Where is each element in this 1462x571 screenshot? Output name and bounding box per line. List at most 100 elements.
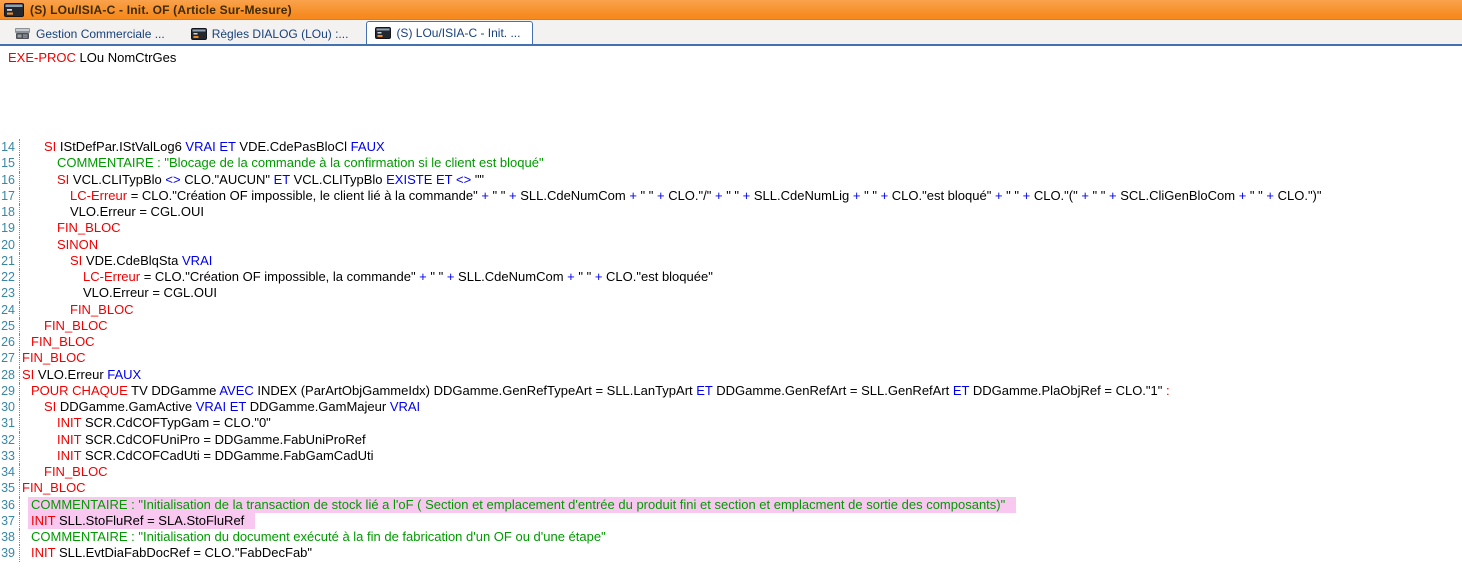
code-line-text: SI DDGamme.GamActive VRAI ET DDGamme.Gam… <box>20 399 420 415</box>
line-number: 34 <box>0 464 20 480</box>
code-token: TV DDGamme <box>128 383 220 398</box>
code-token: = CLO."Création OF impossible, le client… <box>127 188 481 203</box>
code-token: POUR CHAQUE <box>31 383 128 398</box>
code-token: VDE.CdePasBloCl <box>236 139 351 154</box>
code-token: SCL.CliGenBloCom <box>1117 188 1239 203</box>
code-token: AVEC <box>219 383 253 398</box>
code-token: + <box>509 188 517 203</box>
code-token: CLO.")" <box>1274 188 1322 203</box>
code-token: DDGamme.GamMajeur <box>246 399 390 414</box>
code-line[interactable]: 36 COMMENTAIRE : "Initialisation de la tr… <box>0 497 1462 513</box>
code-line-text: COMMENTAIRE : "Blocage de la commande à … <box>20 155 544 171</box>
code-token: ET <box>274 172 290 187</box>
code-line[interactable]: 39INIT SLL.EvtDiaFabDocRef = CLO."FabDec… <box>0 545 1462 561</box>
highlighted-code: INIT SLL.StoFluRef = SLA.StoFluRef <box>28 513 255 529</box>
line-number: 28 <box>0 367 20 383</box>
code-token: CLO."est bloqué" <box>888 188 995 203</box>
code-line-text: INIT SCR.CdCOFUniPro = DDGamme.FabUniPro… <box>20 432 366 448</box>
code-line[interactable]: 18VLO.Erreur = CGL.OUI <box>0 204 1462 220</box>
code-token: <> <box>165 172 180 187</box>
window-titlebar[interactable]: (S) LOu/ISIA-C - Init. OF (Article Sur-M… <box>0 0 1462 20</box>
code-line-text: SI VDE.CdeBlqSta VRAI <box>20 253 212 269</box>
tab-gestion-commerciale[interactable]: Gestion Commerciale ... <box>6 23 177 44</box>
code-line[interactable]: 16SI VCL.CLITypBlo <> CLO."AUCUN" ET VCL… <box>0 172 1462 188</box>
line-number: 20 <box>0 237 20 253</box>
code-token: VRAI <box>185 139 215 154</box>
code-token: SLL.CdeNumCom <box>454 269 567 284</box>
code-token: CLO."(" <box>1030 188 1081 203</box>
code-token: COMMENTAIRE : "Blocage de la commande à … <box>57 155 544 170</box>
code-line[interactable]: 23VLO.Erreur = CGL.OUI <box>0 285 1462 301</box>
code-editor[interactable]: EXE-PROC LOu NomCtrGes 14SI IStDefPar.IS… <box>0 46 1462 571</box>
code-token: " " <box>1246 188 1266 203</box>
code-line-text: VLO.Erreur = CGL.OUI <box>20 285 217 301</box>
code-lines: 14SI IStDefPar.IStValLog6 VRAI ET VDE.Cd… <box>0 139 1462 562</box>
code-line[interactable]: 29POUR CHAQUE TV DDGamme AVEC INDEX (Par… <box>0 383 1462 399</box>
code-token: INIT <box>31 545 55 560</box>
code-line[interactable]: 21SI VDE.CdeBlqSta VRAI <box>0 253 1462 269</box>
code-token: DDGamme.GenRefArt = SLL.GenRefArt <box>713 383 953 398</box>
code-token: + <box>629 188 637 203</box>
code-line[interactable]: 35FIN_BLOC <box>0 480 1462 496</box>
code-token: INDEX (ParArtObjGammeIdx) DDGamme.GenRef… <box>254 383 697 398</box>
code-token: " " <box>489 188 509 203</box>
code-line[interactable]: 25FIN_BLOC <box>0 318 1462 334</box>
code-token: CLO."est bloquée" <box>602 269 712 284</box>
code-line-text: SI VLO.Erreur FAUX <box>20 367 141 383</box>
code-token: + <box>1266 188 1274 203</box>
code-line[interactable]: 37INIT SLL.StoFluRef = SLA.StoFluRef <box>0 513 1462 529</box>
line-number: 31 <box>0 415 20 431</box>
code-token: : <box>1166 383 1170 398</box>
commerce-app-icon <box>14 27 31 41</box>
procedure-header: EXE-PROC LOu NomCtrGes <box>8 50 176 65</box>
code-line-text: LC-Erreur = CLO."Création OF impossible,… <box>20 188 1322 204</box>
code-line[interactable]: 32INIT SCR.CdCOFUniPro = DDGamme.FabUniP… <box>0 432 1462 448</box>
code-token: VCL.CLITypBlo <box>290 172 386 187</box>
code-line[interactable]: 15COMMENTAIRE : "Blocage de la commande … <box>0 155 1462 171</box>
code-token: SLL.CdeNumCom <box>517 188 630 203</box>
code-line[interactable]: 38COMMENTAIRE : "Initialisation du docum… <box>0 529 1462 545</box>
terminal-icon <box>191 28 207 40</box>
code-line[interactable]: 33INIT SCR.CdCOFCadUti = DDGamme.FabGamC… <box>0 448 1462 464</box>
line-number: 25 <box>0 318 20 334</box>
code-token: INIT <box>57 432 81 447</box>
code-token: SCR.CdCOFCadUti = DDGamme.FabGamCadUti <box>81 448 373 463</box>
code-line[interactable]: 14SI IStDefPar.IStValLog6 VRAI ET VDE.Cd… <box>0 139 1462 155</box>
code-token: COMMENTAIRE : "Initialisation du documen… <box>31 529 606 544</box>
code-token: CLO."/" <box>665 188 715 203</box>
terminal-window-icon <box>4 3 24 17</box>
tab-lou-isia-c-active[interactable]: (S) LOu/ISIA-C - Init. ... <box>366 21 533 44</box>
line-number: 33 <box>0 448 20 464</box>
code-line-text: SINON <box>20 237 98 253</box>
code-token: ET <box>219 139 235 154</box>
code-line[interactable]: 19 FIN_BLOC <box>0 220 1462 236</box>
code-line[interactable]: 30SI DDGamme.GamActive VRAI ET DDGamme.G… <box>0 399 1462 415</box>
highlighted-code: COMMENTAIRE : "Initialisation de la tran… <box>28 497 1016 513</box>
line-number: 30 <box>0 399 20 415</box>
code-line-text: SI VCL.CLITypBlo <> CLO."AUCUN" ET VCL.C… <box>20 172 484 188</box>
window-title: (S) LOu/ISIA-C - Init. OF (Article Sur-M… <box>30 3 292 17</box>
code-token: VRAI <box>196 399 226 414</box>
line-number: 19 <box>0 220 20 236</box>
code-line[interactable]: 28SI VLO.Erreur FAUX <box>0 367 1462 383</box>
line-number: 27 <box>0 350 20 366</box>
code-line[interactable]: 27FIN_BLOC <box>0 350 1462 366</box>
tab-regles-dialog[interactable]: Règles DIALOG (LOu) :... <box>183 23 361 44</box>
code-line[interactable]: 22LC-Erreur = CLO."Création OF impossibl… <box>0 269 1462 285</box>
code-line[interactable]: 24FIN_BLOC <box>0 302 1462 318</box>
code-token: FIN_BLOC <box>22 480 86 495</box>
code-token: " " <box>860 188 880 203</box>
code-line[interactable]: 20SINON <box>0 237 1462 253</box>
code-token: + <box>567 269 575 284</box>
code-line[interactable]: 17LC-Erreur = CLO."Création OF impossibl… <box>0 188 1462 204</box>
code-line[interactable]: 26FIN_BLOC <box>0 334 1462 350</box>
code-token: SI <box>22 367 34 382</box>
code-line[interactable]: 34FIN_BLOC <box>0 464 1462 480</box>
code-token: FIN_BLOC <box>57 220 121 235</box>
code-token: COMMENTAIRE : "Initialisation de la tran… <box>31 497 1005 512</box>
line-number: 36 <box>0 497 20 513</box>
code-line[interactable]: 31INIT SCR.CdCOFTypGam = CLO."0" <box>0 415 1462 431</box>
code-line-text: FIN_BLOC <box>20 334 95 350</box>
code-token: " " <box>1003 188 1023 203</box>
code-token: "" <box>471 172 484 187</box>
